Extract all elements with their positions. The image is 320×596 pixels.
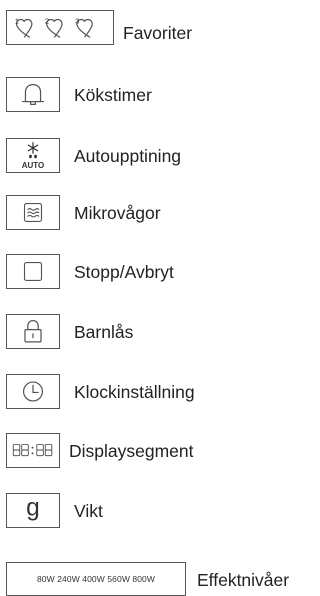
child-lock-box [6,314,60,349]
legend-label-microwave: Mikrovågor [74,203,161,223]
legend-label-stop: Stopp/Avbryt [74,262,174,282]
weight-box: g [6,493,60,528]
stop-square-icon [23,261,43,282]
legend-label-child-lock: Barnlås [74,322,134,342]
bell-box [6,77,60,112]
legend-label-clock: Klockinställning [74,382,195,402]
display-box: 88:88 [6,433,60,468]
microwave-box [6,195,60,230]
legend-label-power-levels: Effektnivåer [197,570,290,590]
weight-g-icon: g [26,495,40,522]
favorites-hearts-icon: 1 2 3 [15,16,93,38]
stop-box [6,254,60,289]
weight-g-text: g [26,495,40,522]
favorite-number-3: 3 [75,16,79,25]
clock-box [6,374,60,409]
legend-label-display: Displaysegment [69,441,194,461]
auto-defrost-box: AUTO [6,138,60,173]
power-levels-box: 80W 240W 400W 560W 800W [6,562,186,596]
clock-icon [22,381,44,402]
favorite-number-2: 2 [45,16,49,25]
favorite-number-1: 1 [15,16,19,25]
legend-label-favorites: Favoriter [123,23,193,43]
auto-defrost-icon: AUTO [22,142,45,170]
display-segments-icon: 88:88 [12,443,53,467]
bell-icon [22,83,44,106]
legend-label-kitchen-timer: Kökstimer [74,85,152,105]
display-segments-text: 88:88 [32,465,35,467]
padlock-icon [24,320,42,343]
microwave-waves-icon [23,202,43,223]
legend-label-auto-defrost: Autoupptining [74,146,182,166]
favorites-box: 1 2 3 [6,10,114,45]
legend-label-weight: Vikt [74,501,103,521]
power-levels-icon: 80W 240W 400W 560W 800W [36,574,156,584]
auto-defrost-text: AUTO [22,161,45,170]
